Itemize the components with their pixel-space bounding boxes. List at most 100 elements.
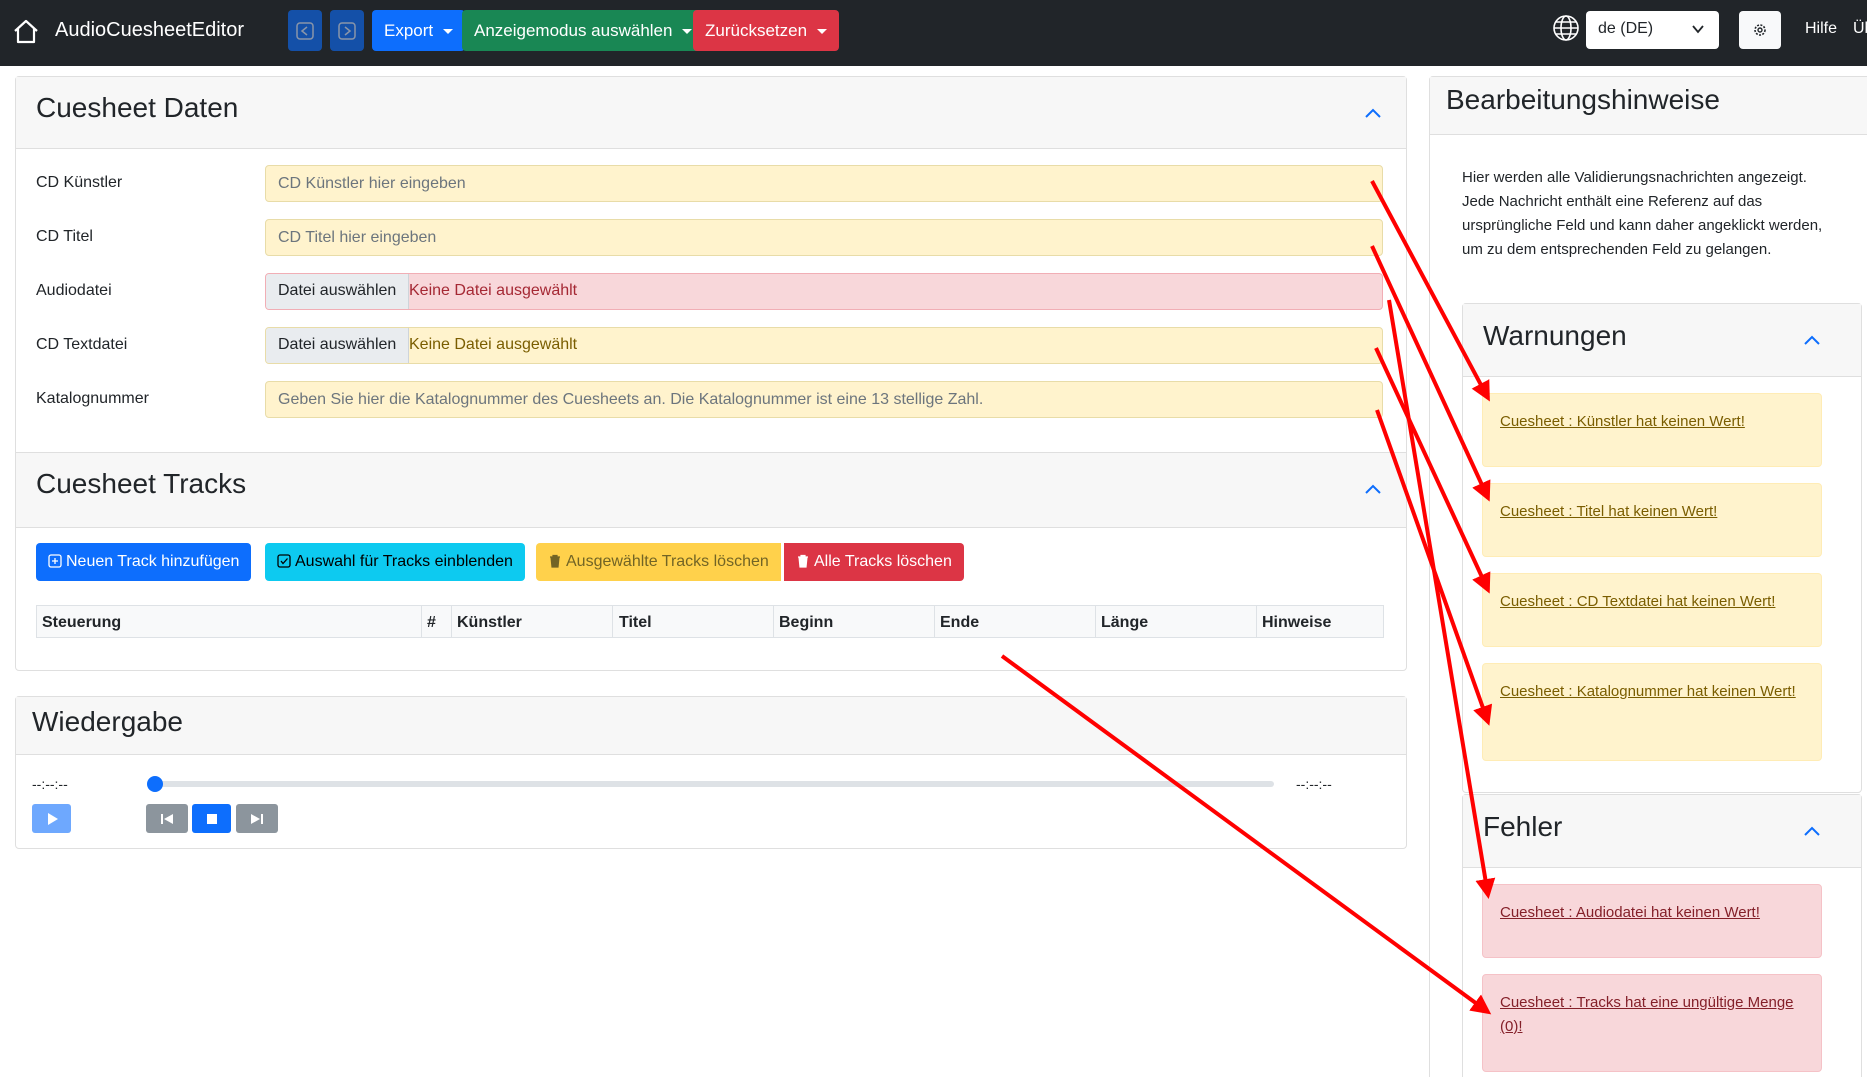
cd-textfile-status: Keine Datei ausgewählt: [409, 336, 578, 353]
current-time: --:--:--: [32, 776, 68, 792]
skip-back-icon: [161, 813, 173, 824]
chevron-down-icon: [817, 29, 828, 35]
check-square-icon: [277, 554, 291, 568]
export-dropdown[interactable]: Export: [372, 10, 466, 51]
hints-title: Bearbeitungshinweise: [1446, 84, 1720, 115]
stop-icon: [206, 813, 217, 824]
undo-icon: [296, 22, 314, 40]
delete-selected-tracks-label: Ausgewählte Tracks löschen: [566, 553, 769, 570]
warning-message: Cuesheet : CD Textdatei hat keinen Wert!: [1482, 573, 1822, 647]
playback-progress-thumb[interactable]: [147, 776, 163, 792]
field-label-cd-title: CD Titel: [36, 228, 93, 245]
next-track-button[interactable]: [236, 804, 278, 833]
catalog-number-input[interactable]: Geben Sie hier die Katalognummer des Cue…: [265, 381, 1383, 418]
field-label-cd-artist: CD Künstler: [36, 174, 123, 191]
play-button[interactable]: [32, 804, 71, 833]
cd-textfile-input[interactable]: Datei auswählen Keine Datei ausgewählt: [265, 327, 1383, 364]
column-header-end[interactable]: Ende: [940, 614, 979, 632]
redo-button[interactable]: [330, 10, 364, 51]
warning-link[interactable]: Cuesheet : Katalognummer hat keinen Wert…: [1500, 683, 1796, 700]
column-header-hints[interactable]: Hinweise: [1262, 614, 1331, 632]
audio-file-choose-button[interactable]: Datei auswählen: [266, 274, 410, 309]
warning-link[interactable]: Cuesheet : CD Textdatei hat keinen Wert!: [1500, 593, 1775, 610]
cd-title-input[interactable]: CD Titel hier eingeben: [265, 219, 1383, 256]
warning-message: Cuesheet : Katalognummer hat keinen Wert…: [1482, 663, 1822, 761]
chevron-up-icon[interactable]: [1803, 334, 1821, 346]
display-mode-dropdown[interactable]: Anzeigemodus auswählen: [462, 10, 705, 51]
chevron-up-icon[interactable]: [1364, 483, 1382, 495]
playback-header: [16, 697, 1406, 755]
warnings-title: Warnungen: [1483, 320, 1627, 351]
column-header-begin[interactable]: Beginn: [779, 614, 833, 632]
audio-file-input[interactable]: Datei auswählen Keine Datei ausgewählt: [265, 273, 1383, 310]
column-header-artist[interactable]: Künstler: [457, 614, 522, 632]
chevron-down-icon: [1692, 25, 1704, 34]
error-message: Cuesheet : Audiodatei hat keinen Wert!: [1482, 884, 1822, 958]
field-label-cd-textfile: CD Textdatei: [36, 336, 128, 353]
errors-title: Fehler: [1483, 811, 1563, 842]
app-title[interactable]: AudioCuesheetEditor: [55, 19, 244, 42]
chevron-down-icon: [443, 29, 454, 35]
column-header-title[interactable]: Titel: [619, 614, 652, 632]
chevron-up-icon[interactable]: [1364, 107, 1382, 119]
warning-message: Cuesheet : Titel hat keinen Wert!: [1482, 483, 1822, 557]
about-link[interactable]: Üb: [1853, 20, 1867, 38]
playback-progress-bar[interactable]: [150, 781, 1274, 787]
warning-link[interactable]: Cuesheet : Künstler hat keinen Wert!: [1500, 413, 1745, 430]
trash-icon: [550, 554, 560, 568]
delete-all-tracks-label: Alle Tracks löschen: [814, 553, 952, 570]
play-icon: [47, 812, 58, 825]
navbar: AudioCuesheetEditor Export Anzeigemodus …: [0, 0, 1867, 66]
hints-description: Hier werden alle Validierungsnachrichten…: [1462, 169, 1823, 258]
column-divider: [934, 606, 935, 637]
skip-forward-icon: [251, 813, 263, 824]
redo-icon: [338, 22, 356, 40]
error-link[interactable]: Cuesheet : Tracks hat eine ungültige Men…: [1500, 994, 1794, 1035]
show-track-selection-label: Auswahl für Tracks einblenden: [295, 553, 513, 570]
chevron-up-icon[interactable]: [1803, 825, 1821, 837]
column-header-length[interactable]: Länge: [1101, 614, 1148, 632]
cuesheet-tracks-title: Cuesheet Tracks: [36, 468, 247, 499]
show-track-selection-button[interactable]: Auswahl für Tracks einblenden: [265, 543, 525, 581]
column-divider: [451, 606, 452, 637]
column-divider: [612, 606, 613, 637]
column-divider: [1256, 606, 1257, 637]
playback-title: Wiedergabe: [32, 706, 183, 737]
total-time: --:--:--: [1296, 776, 1332, 792]
error-link[interactable]: Cuesheet : Audiodatei hat keinen Wert!: [1500, 904, 1760, 921]
add-track-label: Neuen Track hinzufügen: [66, 553, 240, 570]
home-icon[interactable]: [12, 17, 40, 45]
export-label: Export: [384, 21, 434, 40]
reset-label: Zurücksetzen: [705, 21, 808, 40]
chevron-down-icon: [682, 29, 693, 35]
delete-all-tracks-button[interactable]: Alle Tracks löschen: [784, 543, 964, 581]
settings-button[interactable]: [1739, 11, 1781, 49]
reset-dropdown[interactable]: Zurücksetzen: [693, 10, 840, 51]
column-divider: [773, 606, 774, 637]
stop-button[interactable]: [192, 804, 231, 833]
trash-icon: [798, 554, 808, 568]
audio-file-status: Keine Datei ausgewählt: [409, 282, 578, 299]
undo-button[interactable]: [288, 10, 322, 51]
gear-icon: [1754, 24, 1766, 36]
error-message: Cuesheet : Tracks hat eine ungültige Men…: [1482, 974, 1822, 1072]
cd-textfile-choose-button[interactable]: Datei auswählen: [266, 328, 410, 363]
delete-selected-tracks-button[interactable]: Ausgewählte Tracks löschen: [536, 543, 781, 581]
help-link[interactable]: Hilfe: [1805, 20, 1837, 38]
display-mode-label: Anzeigemodus auswählen: [474, 21, 673, 40]
field-label-catalog-number: Katalognummer: [36, 390, 149, 407]
column-divider: [421, 606, 422, 637]
language-value: de (DE): [1598, 20, 1654, 37]
globe-icon: [1553, 15, 1579, 41]
plus-square-icon: [48, 554, 62, 568]
add-track-button[interactable]: Neuen Track hinzufügen: [36, 543, 252, 581]
column-header-number[interactable]: #: [427, 614, 436, 632]
cd-artist-input[interactable]: CD Künstler hier eingeben: [265, 165, 1383, 202]
column-header-controls[interactable]: Steuerung: [42, 614, 121, 632]
warning-message: Cuesheet : Künstler hat keinen Wert!: [1482, 393, 1822, 467]
warning-link[interactable]: Cuesheet : Titel hat keinen Wert!: [1500, 503, 1717, 520]
previous-track-button[interactable]: [146, 804, 188, 833]
column-divider: [1095, 606, 1096, 637]
cuesheet-data-title: Cuesheet Daten: [36, 92, 239, 123]
language-select[interactable]: de (DE): [1586, 11, 1719, 49]
